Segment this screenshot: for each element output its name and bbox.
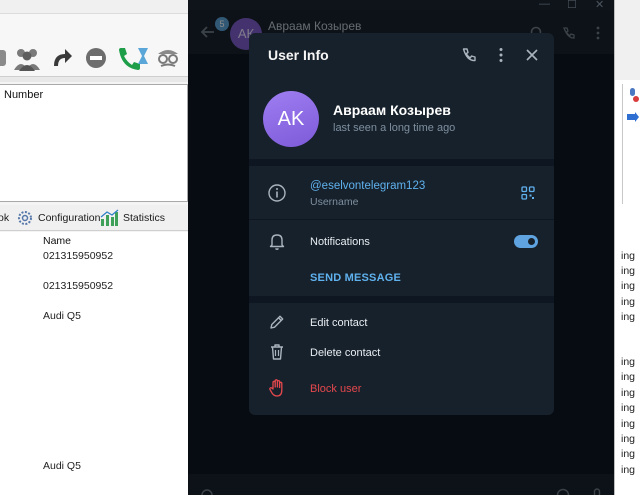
group-icon[interactable] (0, 44, 8, 72)
info-icon (268, 184, 286, 202)
stop-icon[interactable] (84, 44, 108, 72)
truncated-text: ing (621, 448, 636, 460)
background-title-strip (0, 0, 188, 14)
truncated-text: ing (621, 356, 636, 368)
gear-icon (18, 211, 32, 225)
truncated-text: ing (621, 280, 636, 292)
background-tab-bar: ok Configuration Statistics (0, 205, 188, 231)
truncated-text: ing (621, 296, 636, 308)
user-info-dialog: User Info AK Авраам Козырев last seen a … (249, 33, 554, 415)
list-item[interactable]: Audi Q5 (43, 310, 81, 322)
pencil-icon (270, 315, 284, 329)
send-message-button[interactable]: SEND MESSAGE (310, 272, 401, 284)
notifications-toggle[interactable] (514, 235, 538, 248)
truncated-text: ing (621, 311, 636, 323)
profile-name: Авраам Козырев (333, 102, 451, 118)
background-right-panel: ing ing ing ing ing ing ing ing ing ing … (614, 0, 640, 495)
tab-statistics[interactable]: Statistics (123, 212, 165, 224)
close-icon[interactable] (524, 47, 540, 63)
column-header-name[interactable]: Name (43, 235, 71, 247)
list-item[interactable]: 021315950952 (43, 250, 113, 262)
truncated-text: ing (621, 418, 636, 430)
background-number-panel[interactable]: Number (0, 84, 188, 202)
toggle-knob (526, 236, 537, 247)
forward-arrow-icon[interactable] (50, 44, 74, 72)
trash-icon (271, 344, 283, 360)
spy-glasses-icon[interactable] (154, 44, 182, 72)
phone-icon[interactable] (461, 47, 477, 63)
tab-ok[interactable]: ok (0, 212, 9, 224)
background-toolbar (0, 14, 188, 76)
background-right-column (615, 84, 623, 204)
phone-timer-icon[interactable] (116, 44, 150, 72)
truncated-text: ing (621, 265, 636, 277)
profile-avatar[interactable]: AK (263, 91, 319, 147)
section-divider (249, 159, 554, 166)
delete-contact-button[interactable]: Delete contact (310, 347, 380, 359)
truncated-text: ing (621, 371, 636, 383)
list-item[interactable]: 021315950952 (43, 280, 113, 292)
hand-stop-icon (269, 379, 283, 397)
truncated-text: ing (621, 433, 636, 445)
truncated-text: ing (621, 464, 636, 476)
people-icon[interactable] (12, 44, 42, 72)
last-seen-status: last seen a long time ago (333, 122, 456, 134)
dialog-title: User Info (268, 47, 329, 63)
section-divider (249, 296, 554, 303)
edit-contact-button[interactable]: Edit contact (310, 317, 367, 329)
tab-configuration[interactable]: Configuration (38, 212, 100, 224)
microphone-blocked-icon (630, 88, 639, 102)
row-separator (249, 219, 554, 220)
qr-code-icon[interactable] (521, 186, 535, 200)
more-vertical-icon[interactable] (493, 47, 509, 63)
truncated-text: ing (621, 250, 636, 262)
statistics-chart-icon (100, 209, 119, 226)
truncated-text: ing (621, 387, 636, 399)
background-right-toolbar (615, 0, 640, 80)
number-label: Number (4, 89, 44, 101)
block-user-button[interactable]: Block user (310, 383, 361, 395)
truncated-text: ing (621, 402, 636, 414)
username-link[interactable]: @eselvontelegram123 (310, 180, 425, 192)
bell-icon (269, 234, 285, 250)
notifications-label: Notifications (310, 236, 370, 248)
username-caption: Username (310, 196, 359, 208)
list-item[interactable]: Audi Q5 (43, 460, 81, 472)
background-contact-list: Name 021315950952 021315950952 Audi Q5 A… (0, 232, 188, 495)
arrow-right-icon (627, 112, 639, 122)
background-separator (0, 76, 188, 82)
